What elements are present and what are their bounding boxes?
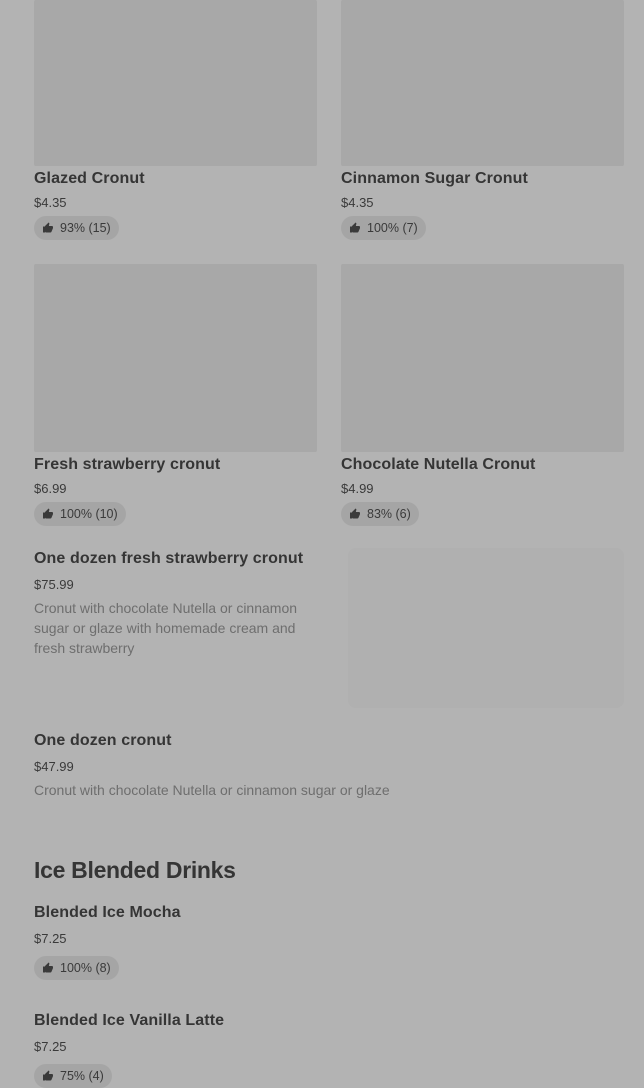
thumbs-up-icon (43, 1070, 53, 1081)
item-image-fresh-strawberry-cronut[interactable] (34, 264, 317, 452)
thumbs-up-icon (43, 962, 53, 973)
rating-text: 93% (15) (60, 221, 111, 235)
rating-badge: 100% (10) (34, 502, 126, 526)
item-title[interactable]: Fresh strawberry cronut (34, 456, 220, 474)
section-title: Ice Blended Drinks (34, 857, 236, 883)
rating-badge: 100% (7) (341, 216, 426, 240)
item-title[interactable]: Cinnamon Sugar Cronut (341, 170, 528, 188)
thumbs-up-icon (43, 508, 53, 519)
item-title[interactable]: Chocolate Nutella Cronut (341, 456, 535, 474)
menu-item-dozen-strawberry[interactable]: One dozen fresh strawberry cronut $75.99… (34, 548, 624, 708)
item-title[interactable]: Glazed Cronut (34, 170, 145, 188)
item-price: $47.99 (34, 759, 74, 774)
rating-badge: 93% (15) (34, 216, 119, 240)
item-title: Blended Ice Mocha (34, 904, 181, 921)
rating-badge: 75% (4) (34, 1064, 112, 1088)
item-price: $75.99 (34, 577, 74, 592)
rating-text: 100% (8) (60, 961, 111, 975)
item-image-cinnamon-sugar-cronut[interactable] (341, 0, 624, 166)
item-price: $6.99 (34, 481, 67, 496)
rating-badge: 83% (6) (341, 502, 419, 526)
menu-item-blended-ice-vanilla-latte[interactable]: Blended Ice Vanilla Latte $7.25 75% (4) (34, 1010, 624, 1088)
rating-text: 100% (7) (367, 221, 418, 235)
item-title: One dozen cronut (34, 732, 172, 749)
rating-text: 100% (10) (60, 507, 118, 521)
item-price: $4.35 (341, 195, 374, 210)
rating-text: 75% (4) (60, 1069, 104, 1083)
item-title: One dozen fresh strawberry cronut (34, 550, 304, 567)
item-price: $7.25 (34, 1039, 67, 1054)
menu-item-dozen[interactable]: One dozen cronut $47.99 Cronut with choc… (34, 730, 624, 804)
rating-badge: 100% (8) (34, 956, 119, 980)
rating-text: 83% (6) (367, 507, 411, 521)
thumbs-up-icon (43, 222, 53, 233)
thumbs-up-icon (350, 508, 360, 519)
item-title: Blended Ice Vanilla Latte (34, 1012, 225, 1029)
menu-item-blended-ice-mocha[interactable]: Blended Ice Mocha $7.25 100% (8) (34, 902, 624, 982)
item-image-glazed-cronut[interactable] (34, 0, 317, 166)
item-image-chocolate-nutella-cronut[interactable] (341, 264, 624, 452)
item-price: $4.99 (341, 481, 374, 496)
item-price: $4.35 (34, 195, 67, 210)
thumbs-up-icon (350, 222, 360, 233)
item-price: $7.25 (34, 931, 67, 946)
item-description: Cronut with chocolate Nutella or cinnamo… (34, 782, 390, 798)
item-description: Cronut with chocolate Nutella or cinnamo… (34, 600, 298, 656)
item-image (348, 548, 624, 708)
